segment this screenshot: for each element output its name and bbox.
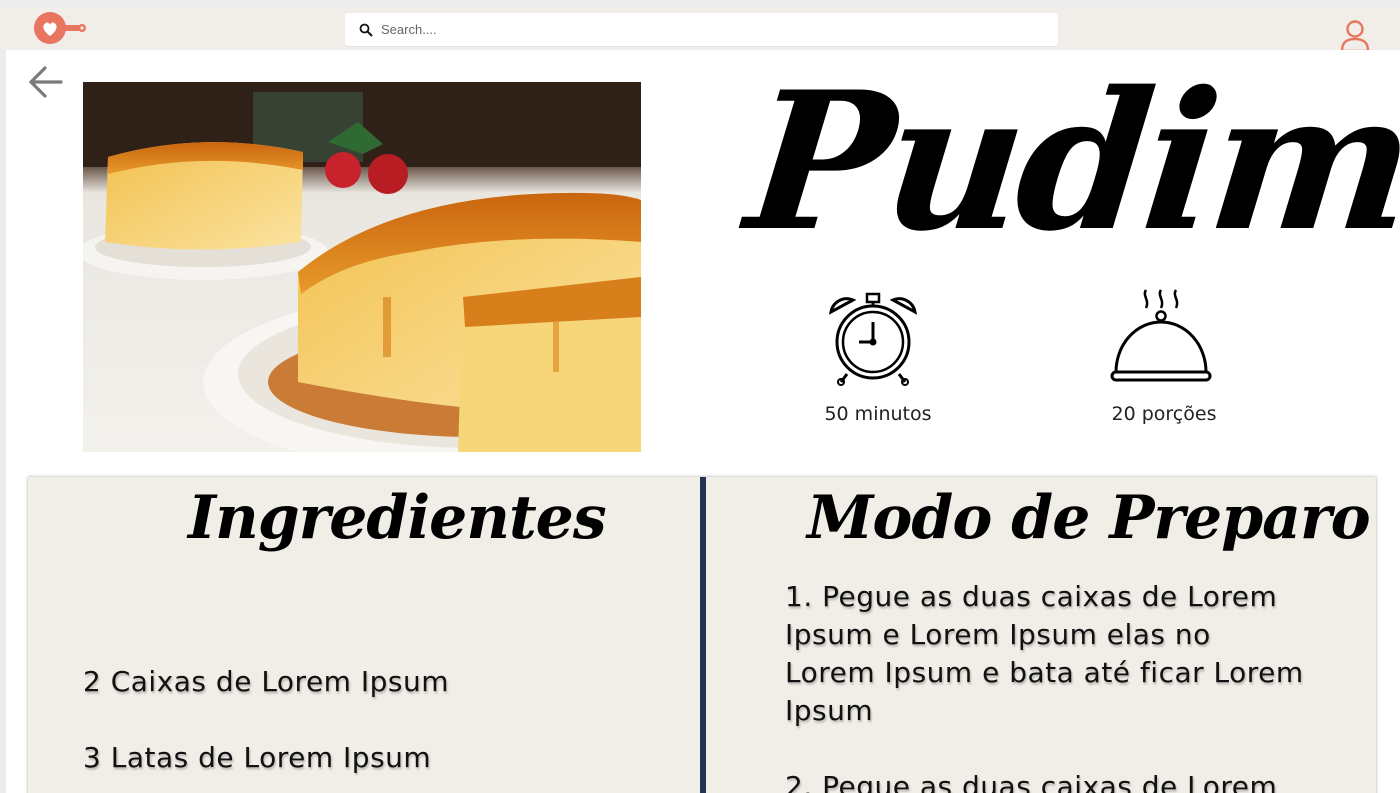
servings-label: 20 porções <box>1111 403 1217 425</box>
preparation-title: Modo de Preparo <box>807 483 1371 553</box>
recipe-page: Pudim 50 minutos 20 porções Ingredientes… <box>6 50 1400 793</box>
ingredient-item: 3 Latas de Lorem Ipsum <box>83 741 432 774</box>
ingredient-item: 2 Caixas de Lorem Ipsum <box>83 665 449 698</box>
alarm-clock-icon <box>828 292 918 386</box>
top-bar <box>0 0 1400 53</box>
ingredients-title: Ingredientes <box>188 483 607 553</box>
search-bar <box>345 13 1058 46</box>
preparation-step: 2. Pegue as duas caixas de Lorem <box>785 770 1278 793</box>
back-arrow-icon[interactable] <box>26 64 64 100</box>
recipe-title: Pudim <box>738 50 1400 273</box>
search-icon <box>359 23 373 37</box>
user-icon[interactable] <box>1339 19 1371 53</box>
serving-cloche-icon <box>1110 289 1212 382</box>
heart-pan-logo-icon[interactable] <box>33 11 87 47</box>
search-input[interactable] <box>379 21 1023 38</box>
section-divider <box>700 477 706 793</box>
pudim-photo <box>83 82 641 452</box>
time-label: 50 minutos <box>824 403 932 425</box>
preparation-step: 1. Pegue as duas caixas de Lorem Ipsum e… <box>785 580 1304 727</box>
